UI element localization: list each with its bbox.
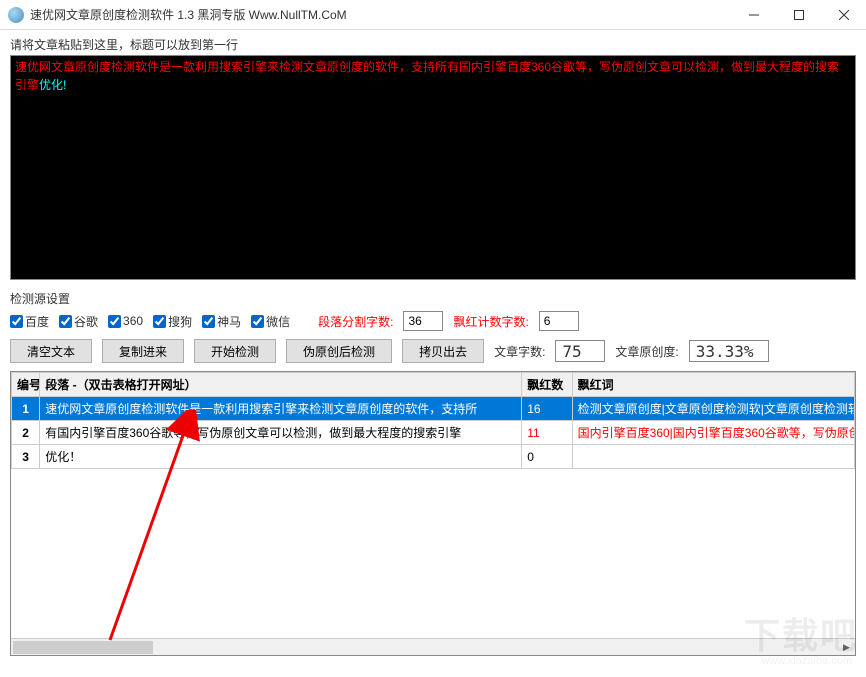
cell-cnt: 0: [522, 445, 572, 469]
cell-idx: 2: [12, 421, 40, 445]
titlebar: 速优网文章原创度检测软件 1.3 黑洞专版 Www.NullTM.CoM: [0, 0, 866, 30]
word-count-label: 文章字数:: [494, 343, 545, 360]
red-count-label: 飘红计数字数:: [453, 313, 528, 330]
checkbox-sogou[interactable]: 搜狗: [153, 313, 192, 330]
checkbox-baidu-label: 百度: [25, 313, 49, 330]
settings-group-label: 检测源设置: [10, 290, 856, 307]
cell-idx: 3: [12, 445, 40, 469]
editor-text-highlight: 优化!: [39, 78, 66, 92]
engine-row: 百度 谷歌 360 搜狗 神马 微信 段落分割字数: 飘红计数字数:: [10, 311, 856, 331]
start-detect-button[interactable]: 开始检测: [194, 339, 276, 363]
close-button[interactable]: [821, 0, 866, 29]
cell-cnt: 11: [522, 421, 572, 445]
originality-value: 33.33%: [689, 340, 769, 362]
pseudo-detect-button[interactable]: 伪原创后检测: [286, 339, 392, 363]
editor-text-part1: 速优网文章原创度检测软件是一款利用搜索引擎来检测文章原创度的软件，支持所有国内引…: [15, 60, 839, 92]
checkbox-360-input[interactable]: [108, 315, 121, 328]
maximize-button[interactable]: [776, 0, 821, 29]
toolbar-row: 清空文本 复制进来 开始检测 伪原创后检测 拷贝出去 文章字数: 75 文章原创…: [10, 339, 856, 363]
cell-seg: 优化！: [40, 445, 522, 469]
cell-word: 国内引擎百度360|国内引擎百度360谷歌等，写伪原创文: [572, 421, 854, 445]
col-cnt[interactable]: 飘红数: [522, 373, 572, 397]
grid-body[interactable]: 编号 段落 -（双击表格打开网址） 飘红数 飘红词 1速优网文章原创度检测软件是…: [11, 372, 855, 638]
checkbox-google-label: 谷歌: [74, 313, 98, 330]
results-grid: 编号 段落 -（双击表格打开网址） 飘红数 飘红词 1速优网文章原创度检测软件是…: [10, 371, 856, 656]
cell-word: [572, 445, 854, 469]
results-table: 编号 段落 -（双击表格打开网址） 飘红数 飘红词 1速优网文章原创度检测软件是…: [11, 372, 855, 469]
col-seg[interactable]: 段落 -（双击表格打开网址）: [40, 373, 522, 397]
seg-split-input[interactable]: [403, 311, 443, 331]
checkbox-360-label: 360: [123, 314, 143, 328]
checkbox-shenma[interactable]: 神马: [202, 313, 241, 330]
checkbox-shenma-input[interactable]: [202, 315, 215, 328]
checkbox-shenma-label: 神马: [217, 313, 241, 330]
col-idx[interactable]: 编号: [12, 373, 40, 397]
cell-seg: 有国内引擎百度360谷歌等，写伪原创文章可以检测，做到最大程度的搜索引擎: [40, 421, 522, 445]
app-icon: [8, 7, 24, 23]
scroll-right-arrow[interactable]: ▶: [838, 639, 855, 656]
col-word[interactable]: 飘红词: [572, 373, 854, 397]
word-count-value: 75: [555, 340, 605, 362]
cell-seg: 速优网文章原创度检测软件是一款利用搜索引擎来检测文章原创度的软件，支持所: [40, 397, 522, 421]
paste-hint: 请将文章粘贴到这里，标题可以放到第一行: [10, 36, 856, 53]
checkbox-weixin-input[interactable]: [251, 315, 264, 328]
checkbox-360[interactable]: 360: [108, 314, 143, 328]
article-editor[interactable]: 速优网文章原创度检测软件是一款利用搜索引擎来检测文章原创度的软件，支持所有国内引…: [10, 55, 856, 280]
scroll-thumb[interactable]: [13, 641, 153, 654]
table-row[interactable]: 2有国内引擎百度360谷歌等，写伪原创文章可以检测，做到最大程度的搜索引擎11国…: [12, 421, 855, 445]
paste-in-button[interactable]: 复制进来: [102, 339, 184, 363]
checkbox-sogou-label: 搜狗: [168, 313, 192, 330]
checkbox-baidu[interactable]: 百度: [10, 313, 49, 330]
table-row[interactable]: 1速优网文章原创度检测软件是一款利用搜索引擎来检测文章原创度的软件，支持所16检…: [12, 397, 855, 421]
window-title: 速优网文章原创度检测软件 1.3 黑洞专版 Www.NullTM.CoM: [30, 6, 731, 23]
checkbox-sogou-input[interactable]: [153, 315, 166, 328]
horizontal-scrollbar[interactable]: ◀ ▶: [11, 638, 855, 655]
cell-cnt: 16: [522, 397, 572, 421]
cell-word: 检测文章原创度|文章原创度检测软|文章原创度检测软件: [572, 397, 854, 421]
red-count-input[interactable]: [539, 311, 579, 331]
editor-content: 速优网文章原创度检测软件是一款利用搜索引擎来检测文章原创度的软件，支持所有国内引…: [15, 58, 851, 94]
checkbox-google-input[interactable]: [59, 315, 72, 328]
checkbox-baidu-input[interactable]: [10, 315, 23, 328]
copy-out-button[interactable]: 拷贝出去: [402, 339, 484, 363]
checkbox-weixin-label: 微信: [266, 313, 290, 330]
minimize-button[interactable]: [731, 0, 776, 29]
checkbox-google[interactable]: 谷歌: [59, 313, 98, 330]
table-row[interactable]: 3优化！0: [12, 445, 855, 469]
originality-label: 文章原创度:: [615, 343, 678, 360]
table-header-row: 编号 段落 -（双击表格打开网址） 飘红数 飘红词: [12, 373, 855, 397]
cell-idx: 1: [12, 397, 40, 421]
seg-split-label: 段落分割字数:: [318, 313, 393, 330]
clear-text-button[interactable]: 清空文本: [10, 339, 92, 363]
checkbox-weixin[interactable]: 微信: [251, 313, 290, 330]
window-controls: [731, 0, 866, 29]
